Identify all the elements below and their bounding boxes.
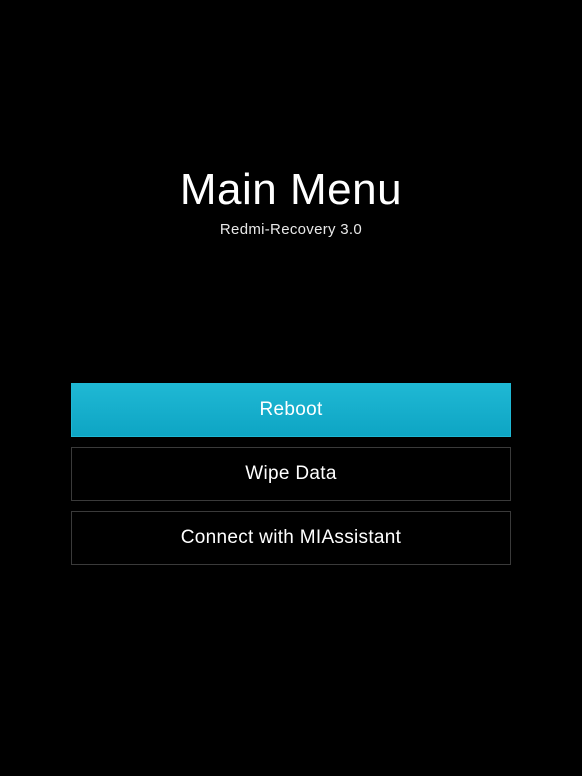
connect-miassistant-button[interactable]: Connect with MIAssistant	[71, 511, 511, 565]
recovery-header: Main Menu Redmi-Recovery 3.0	[180, 165, 402, 238]
connect-miassistant-label: Connect with MIAssistant	[181, 527, 402, 549]
recovery-menu: Reboot Wipe Data Connect with MIAssistan…	[71, 383, 511, 565]
wipe-data-button[interactable]: Wipe Data	[71, 447, 511, 501]
reboot-label: Reboot	[259, 399, 322, 421]
recovery-version-subtitle: Redmi-Recovery 3.0	[180, 221, 402, 238]
wipe-data-label: Wipe Data	[245, 463, 336, 485]
main-menu-title: Main Menu	[180, 165, 402, 215]
reboot-button[interactable]: Reboot	[71, 383, 511, 437]
